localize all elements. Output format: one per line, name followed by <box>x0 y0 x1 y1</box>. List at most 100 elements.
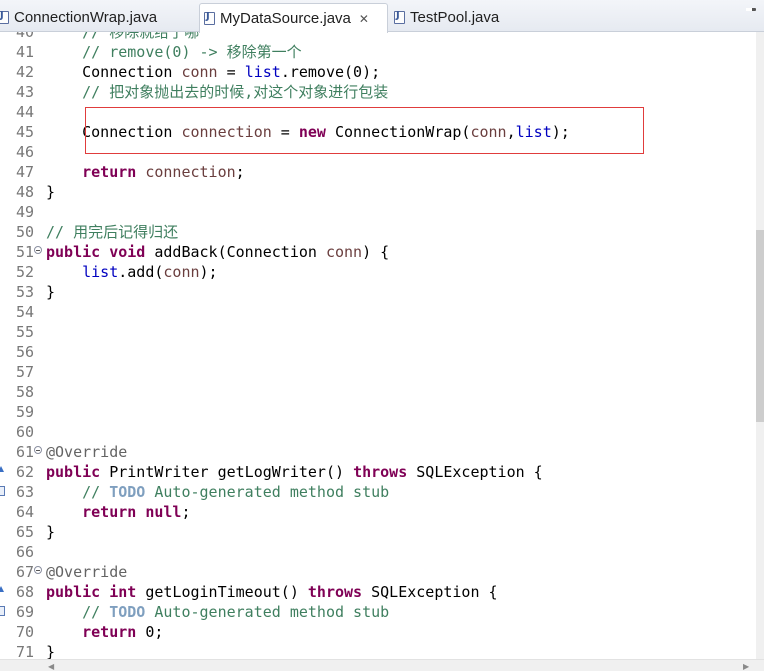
tab-connectionwrap[interactable]: ConnectionWrap.java <box>0 3 157 32</box>
code-text[interactable]: } <box>46 282 55 302</box>
code-line[interactable]: 60 <box>0 422 756 442</box>
code-line[interactable]: 62 public PrintWriter getLogWriter() thro… <box>0 462 756 482</box>
code-text[interactable]: public void addBack(Connection conn) { <box>46 242 389 262</box>
code-token: list <box>82 263 119 281</box>
code-token: Auto-generated method stub <box>145 603 390 621</box>
java-file-icon <box>204 11 215 25</box>
code-line[interactable]: 70 return 0; <box>0 622 756 642</box>
code-line[interactable]: 58 <box>0 382 756 402</box>
horizontal-scrollbar[interactable]: ◀ ▶ <box>0 659 764 671</box>
code-token: @Override <box>46 563 128 581</box>
fold-collapse-icon[interactable] <box>34 246 42 254</box>
line-number: 51 <box>15 243 34 261</box>
code-line[interactable]: 67 @Override <box>0 562 756 582</box>
code-line[interactable]: 56 <box>0 342 756 362</box>
code-line[interactable]: 47 return connection; <box>0 162 756 182</box>
code-token: // 把对象抛出去的时候,对这个对象进行包装 <box>46 83 389 101</box>
code-text[interactable]: public PrintWriter getLogWriter() throws… <box>46 462 543 482</box>
task-marker-icon[interactable] <box>0 606 5 616</box>
vertical-scrollbar-thumb[interactable] <box>756 230 764 422</box>
code-text[interactable]: } <box>46 182 55 202</box>
code-token: throws <box>307 583 363 601</box>
close-icon[interactable]: ✕ <box>359 12 369 26</box>
code-token: conn <box>163 263 200 281</box>
code-token: TODO <box>109 603 146 621</box>
code-line[interactable]: 51 public void addBack(Connection conn) { <box>0 242 756 262</box>
code-token: = <box>217 63 245 81</box>
code-line[interactable]: 65} <box>0 522 756 542</box>
tab-label: MyDataSource.java <box>220 10 351 27</box>
code-text[interactable]: list.add(conn); <box>46 262 217 282</box>
java-file-icon <box>394 10 405 24</box>
code-text[interactable]: return 0; <box>46 622 163 642</box>
code-line[interactable]: 53} <box>0 282 756 302</box>
code-line[interactable]: 66 <box>0 542 756 562</box>
line-number: 43 <box>15 83 34 101</box>
tab-testpool[interactable]: TestPool.java <box>390 3 499 32</box>
vertical-scrollbar[interactable] <box>756 32 764 659</box>
fold-collapse-icon[interactable] <box>34 566 42 574</box>
task-marker-icon[interactable] <box>0 486 5 496</box>
scroll-right-icon[interactable]: ▶ <box>743 662 749 671</box>
tab-mydatasource[interactable]: MyDataSource.java ✕ <box>199 3 388 33</box>
code-line[interactable]: 50 // 用完后记得归还 <box>0 222 756 242</box>
minimize-icon[interactable] <box>746 8 756 11</box>
scroll-left-icon[interactable]: ◀ <box>48 662 54 671</box>
code-line[interactable]: 54 <box>0 302 756 322</box>
tab-label: ConnectionWrap.java <box>14 9 158 26</box>
code-line[interactable]: 49 <box>0 202 756 222</box>
code-line[interactable]: 69 // TODO Auto-generated method stub <box>0 602 756 622</box>
code-text[interactable]: // TODO Auto-generated method stub <box>46 602 389 622</box>
code-text[interactable]: // 把对象抛出去的时候,对这个对象进行包装 <box>46 82 388 102</box>
code-text[interactable]: public int getLoginTimeout() throws SQLE… <box>46 582 498 602</box>
line-number: 42 <box>15 63 34 81</box>
override-marker-icon[interactable] <box>0 466 6 476</box>
code-line[interactable]: 57 <box>0 362 756 382</box>
code-token: SQLException { <box>407 463 543 481</box>
code-line[interactable]: 59 <box>0 402 756 422</box>
code-token: void <box>109 243 146 261</box>
code-token: conn <box>325 243 363 261</box>
code-line[interactable]: 55 <box>0 322 756 342</box>
override-marker-icon[interactable] <box>0 586 6 596</box>
code-text[interactable]: } <box>46 522 55 542</box>
code-token: } <box>46 523 56 541</box>
line-number: 66 <box>15 543 34 561</box>
code-token: .remove(0); <box>280 63 381 81</box>
code-line[interactable]: 68 public int getLoginTimeout() throws SQ… <box>0 582 756 602</box>
code-line[interactable]: 64 return null; <box>0 502 756 522</box>
code-text[interactable]: @Override <box>46 562 127 582</box>
line-number: 69 <box>15 603 34 621</box>
code-token: return <box>82 503 137 521</box>
code-text[interactable]: return connection; <box>46 162 245 182</box>
code-text[interactable]: // 用完后记得归还 <box>46 222 178 242</box>
line-number: 65 <box>15 523 34 541</box>
code-token: int <box>109 583 137 601</box>
code-text[interactable]: // TODO Auto-generated method stub <box>46 482 389 502</box>
fold-collapse-icon[interactable] <box>34 446 42 454</box>
code-line[interactable]: 43 // 把对象抛出去的时候,对这个对象进行包装 <box>0 82 756 102</box>
code-line[interactable]: 61 @Override <box>0 442 756 462</box>
line-number: 70 <box>15 623 34 641</box>
code-text[interactable]: // remove(0) -> 移除第一个 <box>46 42 302 62</box>
code-line[interactable]: 71} <box>0 642 756 659</box>
code-text[interactable]: // 移除就给了哪 <box>46 32 199 42</box>
code-text[interactable]: @Override <box>46 442 127 462</box>
code-line[interactable]: 40 // 移除就给了哪 <box>0 32 756 42</box>
code-token: return <box>82 623 137 641</box>
code-token: return <box>82 163 137 181</box>
code-line[interactable]: 52 list.add(conn); <box>0 262 756 282</box>
code-text[interactable]: return null; <box>46 502 190 522</box>
code-line[interactable]: 42 Connection conn = list.remove(0); <box>0 62 756 82</box>
code-text[interactable]: Connection conn = list.remove(0); <box>46 62 380 82</box>
code-token: PrintWriter getLogWriter() <box>100 463 354 481</box>
code-line[interactable]: 48} <box>0 182 756 202</box>
code-text[interactable]: } <box>46 642 55 659</box>
code-line[interactable]: 41 // remove(0) -> 移除第一个 <box>0 42 756 62</box>
java-file-icon <box>0 10 9 24</box>
code-line[interactable]: 63 // TODO Auto-generated method stub <box>0 482 756 502</box>
